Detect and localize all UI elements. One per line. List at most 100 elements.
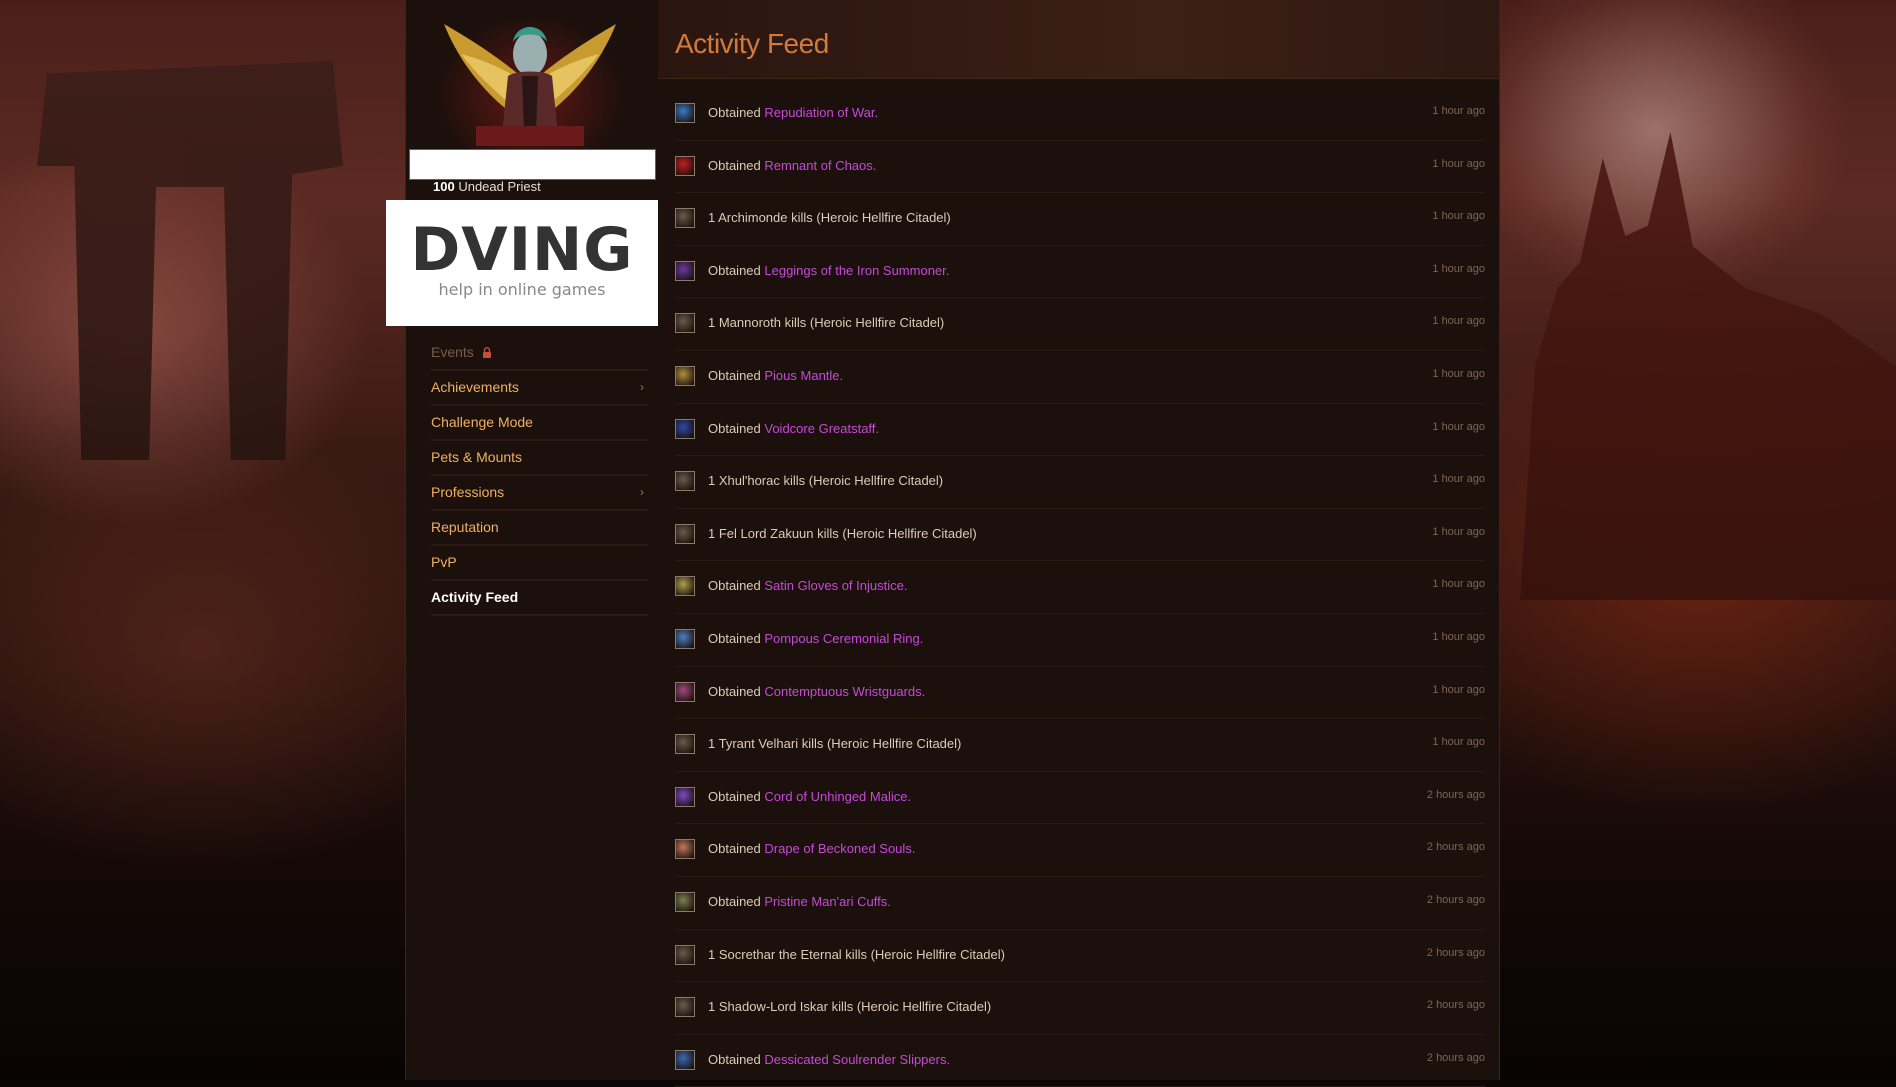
feed-entry-suffix: . <box>946 1051 951 1067</box>
feed-entry-prefix: Obtained <box>708 578 765 594</box>
background-ruins <box>37 61 343 460</box>
feed-entry: Obtained Dessicated Soulrender Slippers.… <box>675 1035 1485 1087</box>
feed-entry-time: 2 hours ago <box>1426 788 1485 801</box>
item-link[interactable]: Cord of Unhinged Malice <box>764 789 907 804</box>
item-link[interactable]: Contemptuous Wristguards <box>764 684 921 699</box>
skull-icon <box>675 734 695 755</box>
item-link[interactable]: Drape of Beckoned Souls <box>764 841 911 856</box>
feed-entry-suffix: . <box>919 630 924 646</box>
nav-item-label: Challenge Mode <box>431 414 533 430</box>
feed-entry-text: Obtained Drape of Beckoned Souls. <box>708 841 915 856</box>
item-link[interactable]: Pious Mantle <box>764 368 839 383</box>
feed-entry-prefix: Obtained <box>708 630 765 646</box>
item-link[interactable]: Remnant of Chaos <box>764 158 872 173</box>
feed-entry-text: Obtained Repudiation of War. <box>708 105 878 120</box>
item-link[interactable]: Pristine Man'ari Cuffs <box>764 894 887 909</box>
nav-item-label: Achievements <box>431 379 519 395</box>
nav-item-reputation[interactable]: Reputation <box>431 510 648 545</box>
feed-entry: Obtained Pristine Man'ari Cuffs. 2 hours … <box>675 877 1485 930</box>
feed-entry-text: Obtained Satin Gloves of Injustice. <box>708 578 907 593</box>
feed-entry-time: 1 hour ago <box>1432 578 1485 591</box>
feed-entry-prefix: Obtained <box>708 1051 765 1067</box>
item-link[interactable]: Pompous Ceremonial Ring <box>764 631 919 646</box>
feed-entry-time: 2 hours ago <box>1426 1051 1485 1064</box>
nav-item-label: Pets & Mounts <box>431 449 523 465</box>
feed-entry-text: 1 Shadow-Lord Iskar kills (Heroic Hellfi… <box>708 999 992 1015</box>
feed-entry-time: 2 hours ago <box>1426 999 1485 1012</box>
feed-entry: Obtained Contemptuous Wristguards. 1 hour… <box>675 667 1485 720</box>
character-summary: 100 Undead Priest <box>433 179 541 194</box>
feed-entry-text: 1 Socrethar the Eternal kills (Heroic He… <box>708 946 1005 962</box>
feed-entry-suffix: . <box>945 262 950 278</box>
feed-entry: Obtained Pompous Ceremonial Ring. 1 hour … <box>675 614 1485 667</box>
item-link[interactable]: Voidcore Greatstaff <box>764 421 875 436</box>
feed-entry-text: Obtained Cord of Unhinged Malice. <box>708 789 911 804</box>
chevron-right-icon: › <box>640 380 644 394</box>
feed-entry: Obtained Satin Gloves of Injustice. 1 hou… <box>675 561 1485 614</box>
feed-entry-text: 1 Mannoroth kills (Heroic Hellfire Citad… <box>708 315 945 331</box>
boots-icon[interactable] <box>675 1049 695 1070</box>
feed-entry-text: 1 Xhul'horac kills (Heroic Hellfire Cita… <box>708 473 944 489</box>
legs-icon[interactable] <box>675 260 695 281</box>
feed-entry-text: Obtained Dessicated Soulrender Slippers. <box>708 1052 950 1067</box>
feed-entry-time: 1 hour ago <box>1432 315 1485 328</box>
nav-item-professions[interactable]: Professions › <box>431 475 648 510</box>
feed-entry-prefix: Obtained <box>708 367 765 383</box>
nav-item-pvp[interactable]: PvP <box>431 545 648 580</box>
feed-entry: 1 Xhul'horac kills (Heroic Hellfire Cita… <box>675 456 1485 509</box>
page-container: 100 Undead Priest DVING help in online g… <box>386 0 1500 1087</box>
feed-entry-text: 1 Fel Lord Zakuun kills (Heroic Hellfire… <box>708 525 977 541</box>
ring-icon[interactable] <box>675 628 695 649</box>
feed-entry-text: Obtained Leggings of the Iron Summoner. <box>708 263 949 278</box>
item-link[interactable]: Leggings of the Iron Summoner <box>764 263 945 278</box>
nav-item-pets-mounts[interactable]: Pets & Mounts <box>431 440 648 475</box>
skull-icon <box>675 944 695 965</box>
shoulder-icon[interactable] <box>675 365 695 386</box>
belt-icon[interactable] <box>675 786 695 807</box>
nav-item-challenge-mode[interactable]: Challenge Mode <box>431 405 648 440</box>
trinket-icon[interactable] <box>675 155 695 176</box>
nav-item-achievements[interactable]: Achievements › <box>431 370 648 405</box>
feed-entry-time: 2 hours ago <box>1426 893 1485 906</box>
feed-entry-text: Obtained Pious Mantle. <box>708 368 843 383</box>
feed-entry-prefix: Obtained <box>708 841 765 857</box>
character-level: 100 <box>433 179 455 194</box>
staff-icon[interactable] <box>675 418 695 439</box>
item-link[interactable]: Repudiation of War <box>764 105 874 120</box>
sidebar: 100 Undead Priest DVING help in online g… <box>386 0 658 1080</box>
skull-icon <box>675 471 695 492</box>
nav-item-activity-feed[interactable]: Activity Feed <box>431 580 648 615</box>
watermark-logo: DVING help in online games <box>386 200 658 326</box>
feed-entry-time: 1 hour ago <box>1432 683 1485 696</box>
feed-entry: 1 Tyrant Velhari kills (Heroic Hellfire … <box>675 719 1485 772</box>
background-cliffs <box>1520 132 1896 600</box>
feed-entry-prefix: Obtained <box>708 683 765 699</box>
bracers-icon[interactable] <box>675 681 695 702</box>
feed-entry-suffix: . <box>872 157 877 173</box>
feed-entry-time: 2 hours ago <box>1426 841 1485 854</box>
feed-entry-prefix: Obtained <box>708 420 765 436</box>
item-link[interactable]: Dessicated Soulrender Slippers <box>764 1052 946 1067</box>
feed-entry: 1 Socrethar the Eternal kills (Heroic He… <box>675 930 1485 983</box>
feed-entry: Obtained Voidcore Greatstaff. 1 hour ago <box>675 404 1485 457</box>
feed-entry-suffix: . <box>907 788 912 804</box>
feed-entry-time: 2 hours ago <box>1426 946 1485 959</box>
feed-entry-time: 1 hour ago <box>1432 210 1485 223</box>
feed-entry: Obtained Leggings of the Iron Summoner. 1… <box>675 246 1485 299</box>
bracers-icon[interactable] <box>675 891 695 912</box>
character-race-class: Undead Priest <box>458 179 541 194</box>
feed-entry: 1 Fel Lord Zakuun kills (Heroic Hellfire… <box>675 509 1485 562</box>
main-content: Activity Feed Obtained Repudiation of Wa… <box>658 0 1499 1087</box>
character-name-field <box>409 149 656 180</box>
item-link[interactable]: Satin Gloves of Injustice <box>764 578 903 593</box>
lock-icon <box>482 336 492 370</box>
feed-entry-time: 1 hour ago <box>1432 736 1485 749</box>
skull-icon <box>675 997 695 1018</box>
cloak-icon[interactable] <box>675 103 695 123</box>
feed-entry-prefix: Obtained <box>708 157 765 173</box>
chevron-right-icon: › <box>640 485 644 499</box>
feed-entry-time: 1 hour ago <box>1432 420 1485 433</box>
gloves-icon[interactable] <box>675 576 695 597</box>
feed-entry-text: Obtained Contemptuous Wristguards. <box>708 684 925 699</box>
cloak-icon[interactable] <box>675 839 695 860</box>
